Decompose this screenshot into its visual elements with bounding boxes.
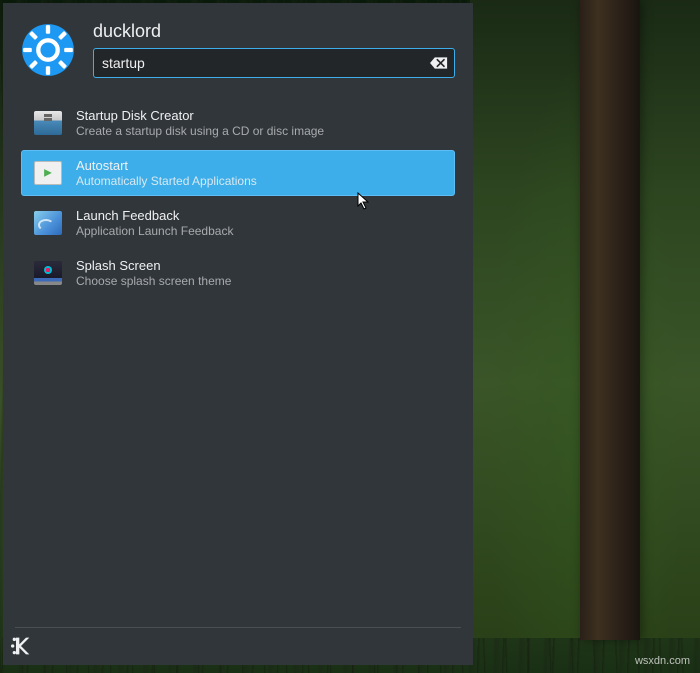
- splash-screen-icon: [32, 257, 64, 289]
- result-title: Startup Disk Creator: [76, 108, 444, 123]
- result-title: Splash Screen: [76, 258, 444, 273]
- search-box[interactable]: [93, 48, 455, 78]
- search-input[interactable]: [94, 49, 454, 77]
- result-text: Splash Screen Choose splash screen theme: [76, 258, 444, 288]
- result-item-startup-disk-creator[interactable]: Startup Disk Creator Create a startup di…: [21, 100, 455, 146]
- application-launcher: ducklord Startup Disk Creator Create a s…: [3, 3, 473, 665]
- result-text: Launch Feedback Application Launch Feedb…: [76, 208, 444, 238]
- result-description: Create a startup disk using a CD or disc…: [76, 124, 444, 138]
- result-description: Automatically Started Applications: [76, 174, 444, 188]
- desktop-wallpaper-detail: [580, 0, 640, 640]
- result-text: Startup Disk Creator Create a startup di…: [76, 108, 444, 138]
- kde-footer-icon[interactable]: [11, 636, 31, 656]
- username-label: ducklord: [93, 21, 455, 42]
- watermark-label: wsxdn.com: [635, 655, 690, 667]
- usb-creator-icon: [32, 107, 64, 139]
- search-results-list: Startup Disk Creator Create a startup di…: [3, 88, 473, 627]
- kde-logo-icon: [21, 23, 75, 77]
- autostart-icon: [32, 157, 64, 189]
- launcher-header: ducklord: [3, 3, 473, 88]
- result-item-splash-screen[interactable]: Splash Screen Choose splash screen theme: [21, 250, 455, 296]
- result-item-launch-feedback[interactable]: Launch Feedback Application Launch Feedb…: [21, 200, 455, 246]
- result-title: Autostart: [76, 158, 444, 173]
- launcher-footer: [15, 627, 461, 665]
- result-item-autostart[interactable]: Autostart Automatically Started Applicat…: [21, 150, 455, 196]
- result-text: Autostart Automatically Started Applicat…: [76, 158, 444, 188]
- backspace-clear-icon: [429, 55, 449, 71]
- header-right-section: ducklord: [93, 21, 455, 78]
- result-description: Application Launch Feedback: [76, 224, 444, 238]
- result-title: Launch Feedback: [76, 208, 444, 223]
- result-description: Choose splash screen theme: [76, 274, 444, 288]
- launch-feedback-icon: [32, 207, 64, 239]
- clear-search-button[interactable]: [428, 54, 450, 72]
